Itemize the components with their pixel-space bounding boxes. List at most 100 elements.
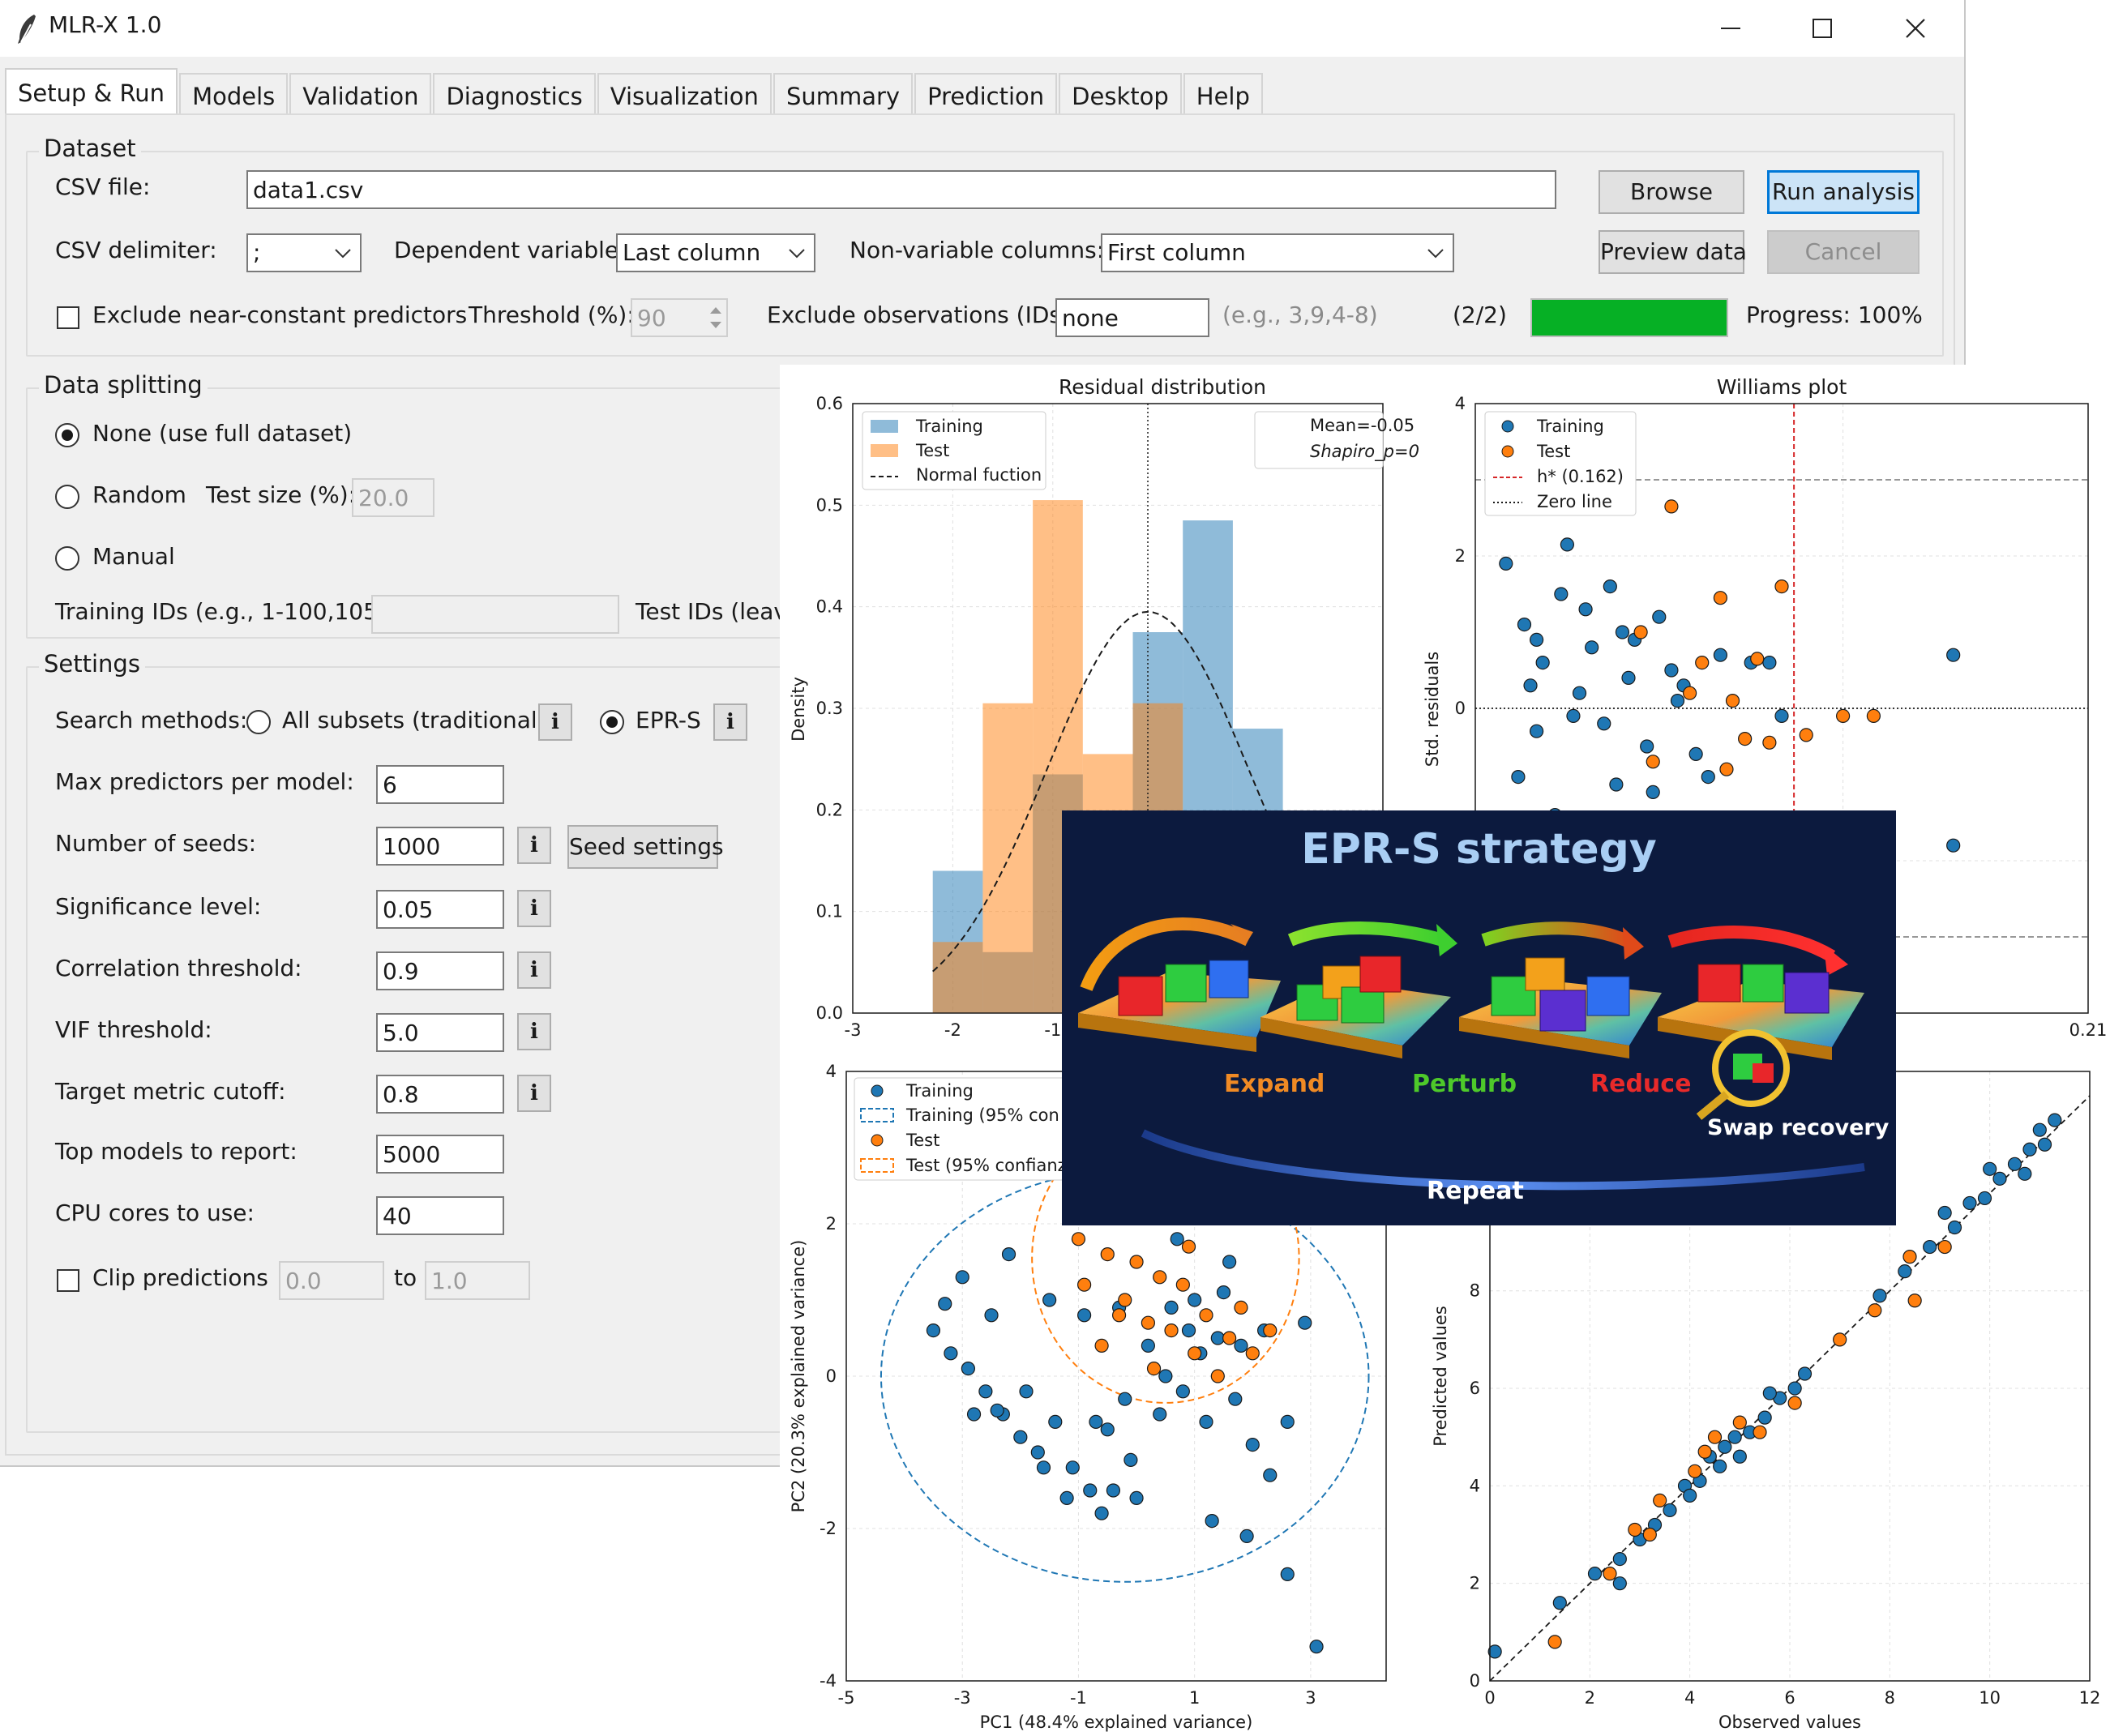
- test-point: [1153, 1270, 1167, 1285]
- tab-diagnostics[interactable]: Diagnostics: [433, 73, 596, 118]
- number-of-seeds-input[interactable]: 1000: [376, 827, 504, 866]
- exclude-observations-label: Exclude observations (IDs):: [767, 301, 1078, 328]
- target-metric-info-button[interactable]: i: [517, 1075, 551, 1112]
- non-variable-columns-select[interactable]: First column: [1101, 233, 1454, 272]
- training-point: [1280, 1567, 1295, 1582]
- training-point: [1732, 1449, 1747, 1464]
- split-manual-radio[interactable]: [55, 546, 79, 571]
- split-random-radio[interactable]: [55, 485, 79, 509]
- tab-models[interactable]: Models: [179, 73, 289, 118]
- threshold-spinbox[interactable]: 90: [631, 298, 728, 337]
- reduce-label: Reduce: [1590, 1070, 1692, 1098]
- training-point: [1603, 579, 1617, 594]
- y-tick-label: 2: [1455, 546, 1466, 566]
- split-random-label: Random: [92, 481, 186, 508]
- test-point: [1682, 686, 1697, 700]
- exclude-observations-hint: (e.g., 3,9,4-8): [1222, 301, 1378, 328]
- y-tick-label: 0.3: [816, 699, 843, 718]
- training-point: [1713, 648, 1728, 662]
- minimize-button[interactable]: [1686, 0, 1775, 57]
- training-point: [1946, 838, 1961, 853]
- dataset-group: Dataset CSV file: data1.csv Browse Run a…: [26, 135, 1944, 357]
- csv-file-input[interactable]: data1.csv: [246, 170, 1556, 209]
- target-metric-input[interactable]: 0.8: [376, 1075, 504, 1114]
- exclude-near-constant-checkbox[interactable]: [57, 306, 79, 329]
- dataset-group-title: Dataset: [39, 135, 141, 162]
- training-point: [990, 1403, 1004, 1417]
- correlation-info-button[interactable]: i: [517, 951, 551, 989]
- y-tick-label: 0.0: [816, 1003, 843, 1023]
- tab-setup-run[interactable]: Setup & Run: [5, 68, 178, 118]
- preview-data-button[interactable]: Preview data: [1599, 230, 1747, 274]
- clip-to-input[interactable]: 1.0: [425, 1261, 530, 1300]
- tab-prediction[interactable]: Prediction: [914, 73, 1058, 118]
- significance-info-button[interactable]: i: [517, 890, 551, 927]
- significance-level-input[interactable]: 0.05: [376, 890, 504, 929]
- tab-summary[interactable]: Summary: [773, 73, 914, 118]
- vif-threshold-input[interactable]: 5.0: [376, 1013, 504, 1052]
- threshold-value: 90: [637, 305, 666, 331]
- training-point: [1083, 1483, 1098, 1498]
- run-analysis-button[interactable]: Run analysis: [1767, 170, 1920, 214]
- seed-settings-button[interactable]: Seed settings: [567, 825, 724, 869]
- x-tick-label: 3: [1305, 1688, 1316, 1708]
- legend-training-text: Training: [915, 417, 983, 436]
- tab-help[interactable]: Help: [1183, 73, 1263, 118]
- exclude-observations-input[interactable]: none: [1055, 298, 1209, 337]
- clip-from-input[interactable]: 0.0: [279, 1261, 384, 1300]
- training-point: [1529, 632, 1544, 647]
- csv-delimiter-select[interactable]: ;: [246, 233, 362, 272]
- progress-bar: [1530, 298, 1728, 337]
- all-subsets-radio[interactable]: [246, 710, 271, 734]
- test-point: [1234, 1300, 1248, 1315]
- browse-button[interactable]: Browse: [1599, 170, 1744, 214]
- swap-arrow: [1667, 926, 1836, 962]
- split-none-radio[interactable]: [55, 423, 79, 447]
- training-point: [1552, 1596, 1567, 1610]
- training-point: [1042, 1293, 1057, 1307]
- training-point: [1566, 708, 1581, 723]
- seeds-info-button[interactable]: i: [517, 827, 551, 864]
- maximize-icon: [1813, 19, 1832, 38]
- chevron-down-icon: [335, 249, 351, 259]
- training-ids-label: Training IDs (e.g., 1-100,105):: [55, 598, 395, 625]
- clip-predictions-checkbox[interactable]: [57, 1269, 79, 1292]
- close-button[interactable]: [1871, 0, 1960, 57]
- test-point: [1188, 1346, 1202, 1361]
- max-predictors-label: Max predictors per model:: [55, 768, 354, 795]
- test-point: [1799, 728, 1813, 742]
- cancel-button[interactable]: Cancel: [1767, 230, 1920, 274]
- williams-plot-title: Williams plot: [1717, 375, 1847, 399]
- progress-fill: [1532, 300, 1727, 336]
- test-point: [1141, 1315, 1155, 1330]
- perturb-arrow: [1287, 921, 1445, 947]
- pca-legend: Training Training (95% con Test Test (95…: [854, 1077, 1090, 1181]
- maximize-button[interactable]: [1778, 0, 1867, 57]
- test-size-input[interactable]: 20.0: [352, 478, 434, 517]
- tab-validation[interactable]: Validation: [289, 73, 432, 118]
- vif-info-button[interactable]: i: [517, 1013, 551, 1050]
- progress-label: Progress: 100%: [1746, 301, 1923, 328]
- training-ids-input[interactable]: [371, 595, 619, 634]
- dependent-variable-select[interactable]: Last column: [616, 233, 815, 272]
- training-point: [1787, 1381, 1802, 1396]
- threshold-label: Threshold (%):: [469, 301, 635, 328]
- test-point: [1245, 1346, 1260, 1361]
- training-point: [1245, 1437, 1260, 1452]
- spinner-arrows-icon[interactable]: [707, 301, 725, 334]
- max-predictors-input[interactable]: 6: [376, 765, 504, 804]
- training-point: [2022, 1142, 2037, 1157]
- eprs-radio[interactable]: [600, 710, 624, 734]
- top-models-input[interactable]: 5000: [376, 1135, 504, 1174]
- correlation-threshold-input[interactable]: 0.9: [376, 951, 504, 990]
- cpu-cores-input[interactable]: 40: [376, 1196, 504, 1235]
- non-variable-columns-label: Non-variable columns:: [850, 237, 1105, 263]
- test-point: [1725, 694, 1740, 708]
- all-subsets-info-button[interactable]: i: [538, 703, 572, 741]
- eprs-info-button[interactable]: i: [713, 703, 747, 741]
- legend-normal-text: Normal fuction: [916, 465, 1042, 485]
- tab-visualization[interactable]: Visualization: [597, 73, 772, 118]
- test-point: [1833, 1332, 1847, 1347]
- training-point: [1688, 746, 1703, 761]
- tab-desktop[interactable]: Desktop: [1059, 73, 1182, 118]
